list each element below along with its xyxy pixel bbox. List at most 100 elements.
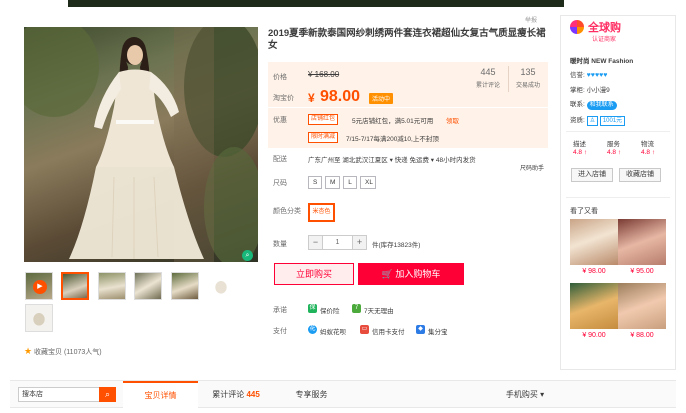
thumbnail-3[interactable] — [98, 272, 126, 300]
shop-qualification: 资质: ♙ 1001元 — [570, 114, 626, 126]
size-helper-link[interactable]: 尺码助手 — [520, 163, 544, 172]
recommended-price-3: ¥ 90.00 — [582, 332, 606, 339]
rec-image — [570, 283, 618, 329]
quantity-minus-button[interactable]: − — [308, 235, 323, 250]
current-price: 98.00 — [320, 88, 361, 105]
huabei-icon: 花 — [308, 325, 317, 334]
thumbnail-2[interactable] — [61, 272, 89, 300]
reviews-label[interactable]: 累计评论 — [468, 80, 508, 89]
main-product-illustration — [24, 27, 258, 262]
contact-seller-button[interactable]: 和我联系 — [586, 101, 617, 110]
sales-label: 交易成功 — [515, 83, 540, 89]
credit-label: 信誉: — [570, 72, 585, 79]
quantity-plus-button[interactable]: + — [352, 235, 367, 250]
red-packet-tag: 店铺红包 — [308, 114, 339, 125]
quantity-label: 数量 — [273, 241, 287, 248]
size-option-s[interactable]: S — [308, 176, 322, 189]
pay-huabei[interactable]: 蚂蚁花呗 — [320, 326, 346, 336]
favorite-item[interactable]: ★ 收藏宝贝 (11073人气) — [24, 346, 102, 357]
top-banner-strip — [68, 0, 564, 7]
seven-day-return-icon: 7 — [352, 304, 361, 313]
mobile-buy-dropdown[interactable]: 手机购买 ▾ — [490, 381, 560, 408]
enter-shop-button[interactable]: 进入店铺 — [571, 168, 613, 182]
shop-name[interactable]: 暖时尚 NEW Fashion — [570, 55, 633, 65]
shop-seller: 掌柜: 小小漫9 — [570, 84, 610, 94]
quantity-input[interactable]: 1 — [322, 235, 353, 250]
shop-search-input[interactable]: 搜本店 — [18, 387, 100, 402]
stock-info: 件(库存13823件) — [372, 242, 421, 249]
score-service-label: 服务 — [607, 141, 620, 148]
promo-badge: 活动中 — [369, 93, 394, 104]
jifenbao-icon: ◆ — [416, 325, 425, 334]
recommended-price-2: ¥ 95.00 — [630, 268, 654, 275]
thumbnail-5[interactable] — [171, 272, 199, 300]
score-logistics-label: 物流 — [641, 141, 654, 148]
discount-text: 7/15-7/17每满200减10,上不封顶 — [346, 136, 439, 143]
recommended-item-1[interactable] — [570, 219, 618, 265]
search-icon[interactable]: ⌕ — [99, 387, 116, 402]
recommended-price-1: ¥ 98.00 — [582, 268, 606, 275]
shipping-info[interactable]: 广东广州至 湖北武汉江夏区 ▾ 快递 免运费 ▾ 48小时内发货 — [308, 154, 476, 164]
divider — [566, 131, 670, 132]
tab-reviews-label: 累计评论 — [212, 390, 245, 399]
add-to-cart-button[interactable]: 🛒 加入购物车 — [358, 263, 464, 285]
size-option-m[interactable]: M — [325, 176, 340, 189]
see-also-heading: 看了又看 — [570, 208, 598, 215]
play-icon: ▶ — [33, 280, 47, 294]
recommended-item-4[interactable] — [618, 283, 666, 329]
thumbnail-6[interactable] — [207, 272, 235, 300]
thumb-image — [99, 273, 125, 299]
main-product-image[interactable] — [24, 27, 258, 262]
star-icon: ★ — [24, 346, 33, 356]
promise-seven-day[interactable]: 7天无理由 — [364, 305, 394, 315]
sales-count: 135 — [520, 67, 536, 77]
red-packet-text: 5元店铺红包，满5.01元可用 — [352, 118, 434, 125]
add-to-cart-label: 加入购物车 — [395, 269, 441, 279]
shop-contact: 联系: 和我联系 — [570, 98, 617, 110]
favorite-label: 收藏宝贝 (11073人气) — [34, 349, 102, 356]
cart-icon: 🛒 — [381, 269, 393, 279]
insurance-icon: 保 — [308, 304, 317, 313]
credit-hearts-icon: ♥♥♥♥♥ — [586, 72, 608, 79]
global-buy-subtitle: 认证商家 — [592, 37, 617, 43]
recommended-item-3[interactable] — [570, 283, 618, 329]
follow-shop-button[interactable]: 收藏店铺 — [619, 168, 661, 182]
price-label: 价格 — [273, 74, 287, 81]
report-link[interactable]: 举报 — [525, 15, 537, 24]
deposit-badge: 1001元 — [599, 116, 626, 126]
seller-label: 掌柜: — [570, 87, 585, 94]
thumb-image — [63, 274, 87, 298]
magnifier-icon[interactable]: ⌕ — [242, 250, 253, 261]
recommended-price-4: ¥ 88.00 — [630, 332, 654, 339]
recommended-item-2[interactable] — [618, 219, 666, 265]
pay-jifenbao[interactable]: 集分宝 — [428, 326, 448, 336]
qualification-label: 资质: — [570, 117, 585, 124]
score-desc-label: 描述 — [573, 141, 586, 148]
claim-red-packet-link[interactable]: 领取 — [446, 115, 459, 125]
seller-name[interactable]: 小小漫9 — [587, 87, 610, 94]
product-title: 2019夏季新款泰国网纱刺绣两件套连衣裙超仙女复古气质显瘦长裙女 — [268, 28, 546, 51]
thumbnail-4[interactable] — [134, 272, 162, 300]
reviews-count: 445 — [480, 67, 496, 77]
rec-image — [618, 283, 666, 329]
buy-now-button[interactable]: 立即购买 — [274, 263, 354, 285]
thumb-image — [135, 273, 161, 299]
rec-image — [570, 219, 618, 265]
color-option[interactable]: 米杏色 — [308, 203, 335, 222]
contact-label: 联系: — [570, 101, 585, 108]
tab-product-detail[interactable]: 宝贝详情 — [123, 381, 198, 408]
offers-label: 优惠 — [273, 117, 287, 124]
tab-reviews[interactable]: 累计评论 445 — [200, 381, 272, 408]
size-option-xl[interactable]: XL — [360, 176, 376, 189]
thumbnail-video[interactable]: ▶ — [25, 272, 53, 300]
promise-insurance[interactable]: 保价险 — [320, 305, 340, 315]
tab-exclusive-service[interactable]: 专享服务 — [274, 381, 349, 408]
shop-credit: 信誉: ♥♥♥♥♥ — [570, 69, 607, 79]
divider — [566, 197, 670, 198]
currency-symbol: ¥ — [308, 91, 315, 105]
shipping-label: 配送 — [273, 156, 287, 163]
thumbnail-7[interactable] — [25, 304, 53, 332]
size-option-l[interactable]: L — [343, 176, 357, 189]
pay-credit-card[interactable]: 信用卡支付 — [372, 326, 405, 336]
global-buy-logo-icon — [570, 20, 584, 34]
